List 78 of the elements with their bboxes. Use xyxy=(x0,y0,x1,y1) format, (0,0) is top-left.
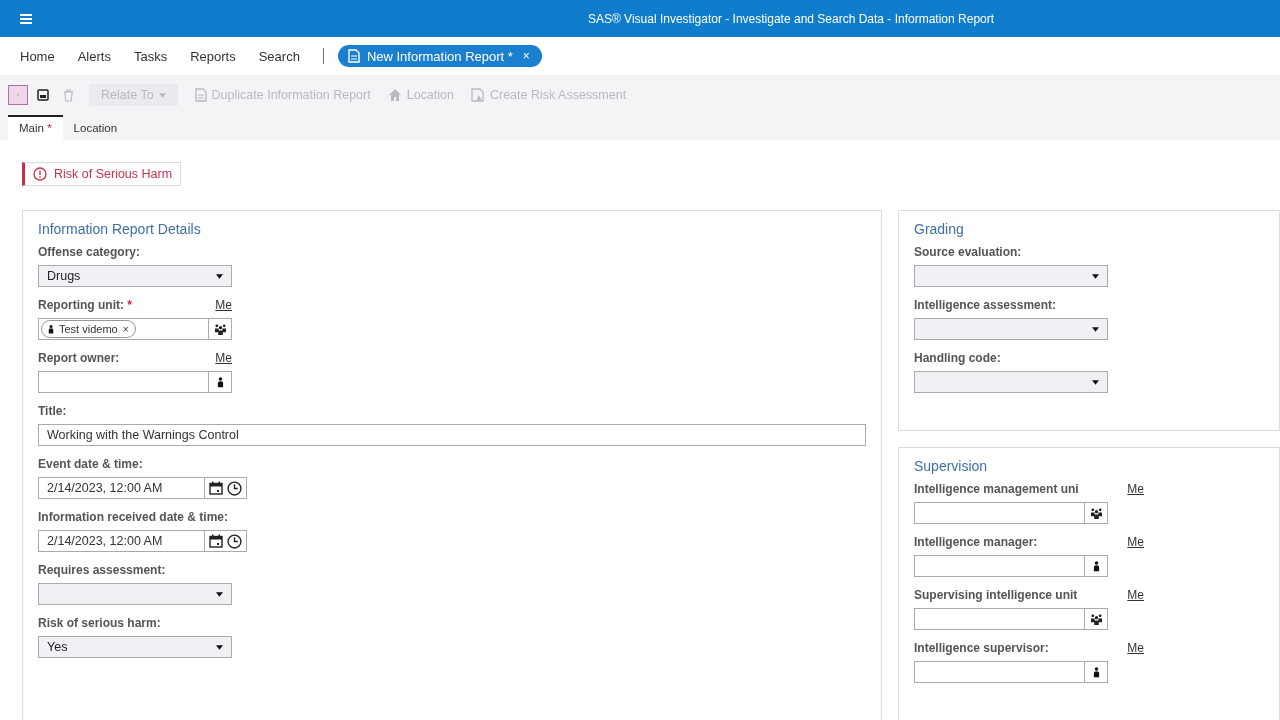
clock-icon[interactable] xyxy=(227,480,242,496)
person-icon[interactable] xyxy=(1092,666,1100,678)
caret-icon xyxy=(216,273,223,279)
date-time-field[interactable]: 2/14/2023, 12:00 AM xyxy=(38,530,247,552)
menu-icon[interactable] xyxy=(20,13,32,24)
window-title: SAS® Visual Investigator - Investigate and Search Data - Information Report xyxy=(586,11,996,26)
group-icon[interactable] xyxy=(1089,613,1103,625)
me-link[interactable]: Me xyxy=(1127,482,1144,496)
alert-icon xyxy=(33,167,47,181)
title-input[interactable]: Working with the Warnings Control xyxy=(38,424,866,446)
caret-icon xyxy=(1092,379,1099,385)
trash-icon xyxy=(62,88,74,102)
me-link[interactable]: Me xyxy=(1127,641,1144,655)
dropdown-field[interactable] xyxy=(914,265,1108,287)
caret-icon xyxy=(216,644,223,650)
caret-icon xyxy=(1092,326,1099,332)
field-label: Risk of serious harm: xyxy=(38,616,161,630)
panel-title: Grading xyxy=(914,221,965,237)
field-label: Reporting unit: * xyxy=(38,298,132,312)
caret-icon xyxy=(216,591,223,597)
close-tab-button[interactable]: × xyxy=(522,49,530,63)
caret-icon xyxy=(158,92,166,98)
me-link[interactable]: Me xyxy=(215,351,232,365)
edit-button[interactable] xyxy=(8,85,28,105)
panel-title: Information Report Details xyxy=(38,221,202,237)
picker-field[interactable] xyxy=(914,608,1108,630)
caret-icon xyxy=(1092,273,1099,279)
tab[interactable]: Main * xyxy=(8,115,63,140)
dropdown-field[interactable]: Drugs xyxy=(38,265,232,287)
document-icon xyxy=(194,88,207,102)
field-label: Intelligence management uni xyxy=(914,482,1079,496)
group-icon[interactable] xyxy=(1089,507,1103,519)
picker-field[interactable] xyxy=(914,555,1108,577)
picker-field[interactable]: Test videmo × xyxy=(38,318,232,340)
house-icon xyxy=(387,88,402,102)
field-label: Intelligence supervisor: xyxy=(914,641,1049,655)
tab[interactable]: Location xyxy=(62,115,129,140)
field-label: Offense category: xyxy=(38,245,141,259)
person-icon[interactable] xyxy=(216,376,224,388)
nav-link[interactable]: Tasks xyxy=(133,48,168,64)
picker-field[interactable] xyxy=(914,502,1108,524)
dropdown-field[interactable]: Yes xyxy=(38,636,232,658)
clock-icon[interactable] xyxy=(227,533,242,549)
dropdown-field[interactable] xyxy=(38,583,232,605)
field-label: Requires assessment: xyxy=(38,563,166,577)
panel-title: Supervision xyxy=(914,458,989,474)
field-label: Information received date & time: xyxy=(38,510,229,524)
me-link[interactable]: Me xyxy=(215,298,232,312)
field-label: Report owner: xyxy=(38,351,120,365)
dropdown-field[interactable] xyxy=(914,318,1108,340)
nav-link[interactable]: Search xyxy=(258,48,300,64)
dropdown-field[interactable] xyxy=(914,371,1108,393)
me-link[interactable]: Me xyxy=(1127,535,1144,549)
group-icon[interactable] xyxy=(213,323,227,335)
open-tab[interactable]: New Information Report * × xyxy=(337,45,542,67)
nav-link[interactable]: Home xyxy=(20,48,55,64)
field-label: Intelligence manager: xyxy=(914,535,1038,549)
document-icon xyxy=(347,49,360,63)
save-icon xyxy=(37,89,49,101)
warning-document-icon xyxy=(470,88,485,102)
nav-link[interactable]: Alerts xyxy=(77,48,111,64)
field-label: Supervising intelligence unit xyxy=(914,588,1078,602)
date-time-field[interactable]: 2/14/2023, 12:00 AM xyxy=(38,477,247,499)
warning-text: Risk of Serious Harm xyxy=(54,167,173,181)
me-link[interactable]: Me xyxy=(1127,588,1144,602)
field-label: Source evaluation: xyxy=(914,245,1022,259)
person-icon[interactable] xyxy=(1092,560,1100,572)
picker-field[interactable] xyxy=(914,661,1108,683)
calendar-icon[interactable] xyxy=(209,481,223,495)
picker-field[interactable] xyxy=(38,371,232,393)
nav-link[interactable]: Reports xyxy=(190,48,236,64)
field-label: Handling code: xyxy=(914,351,1001,365)
field-label: Intelligence assessment: xyxy=(914,298,1057,312)
field-label: Title: xyxy=(38,404,67,418)
person-icon xyxy=(48,324,54,334)
open-tab-label: New Information Report * xyxy=(366,48,513,64)
field-label: Event date & time: xyxy=(38,457,143,471)
calendar-icon[interactable] xyxy=(209,534,223,548)
